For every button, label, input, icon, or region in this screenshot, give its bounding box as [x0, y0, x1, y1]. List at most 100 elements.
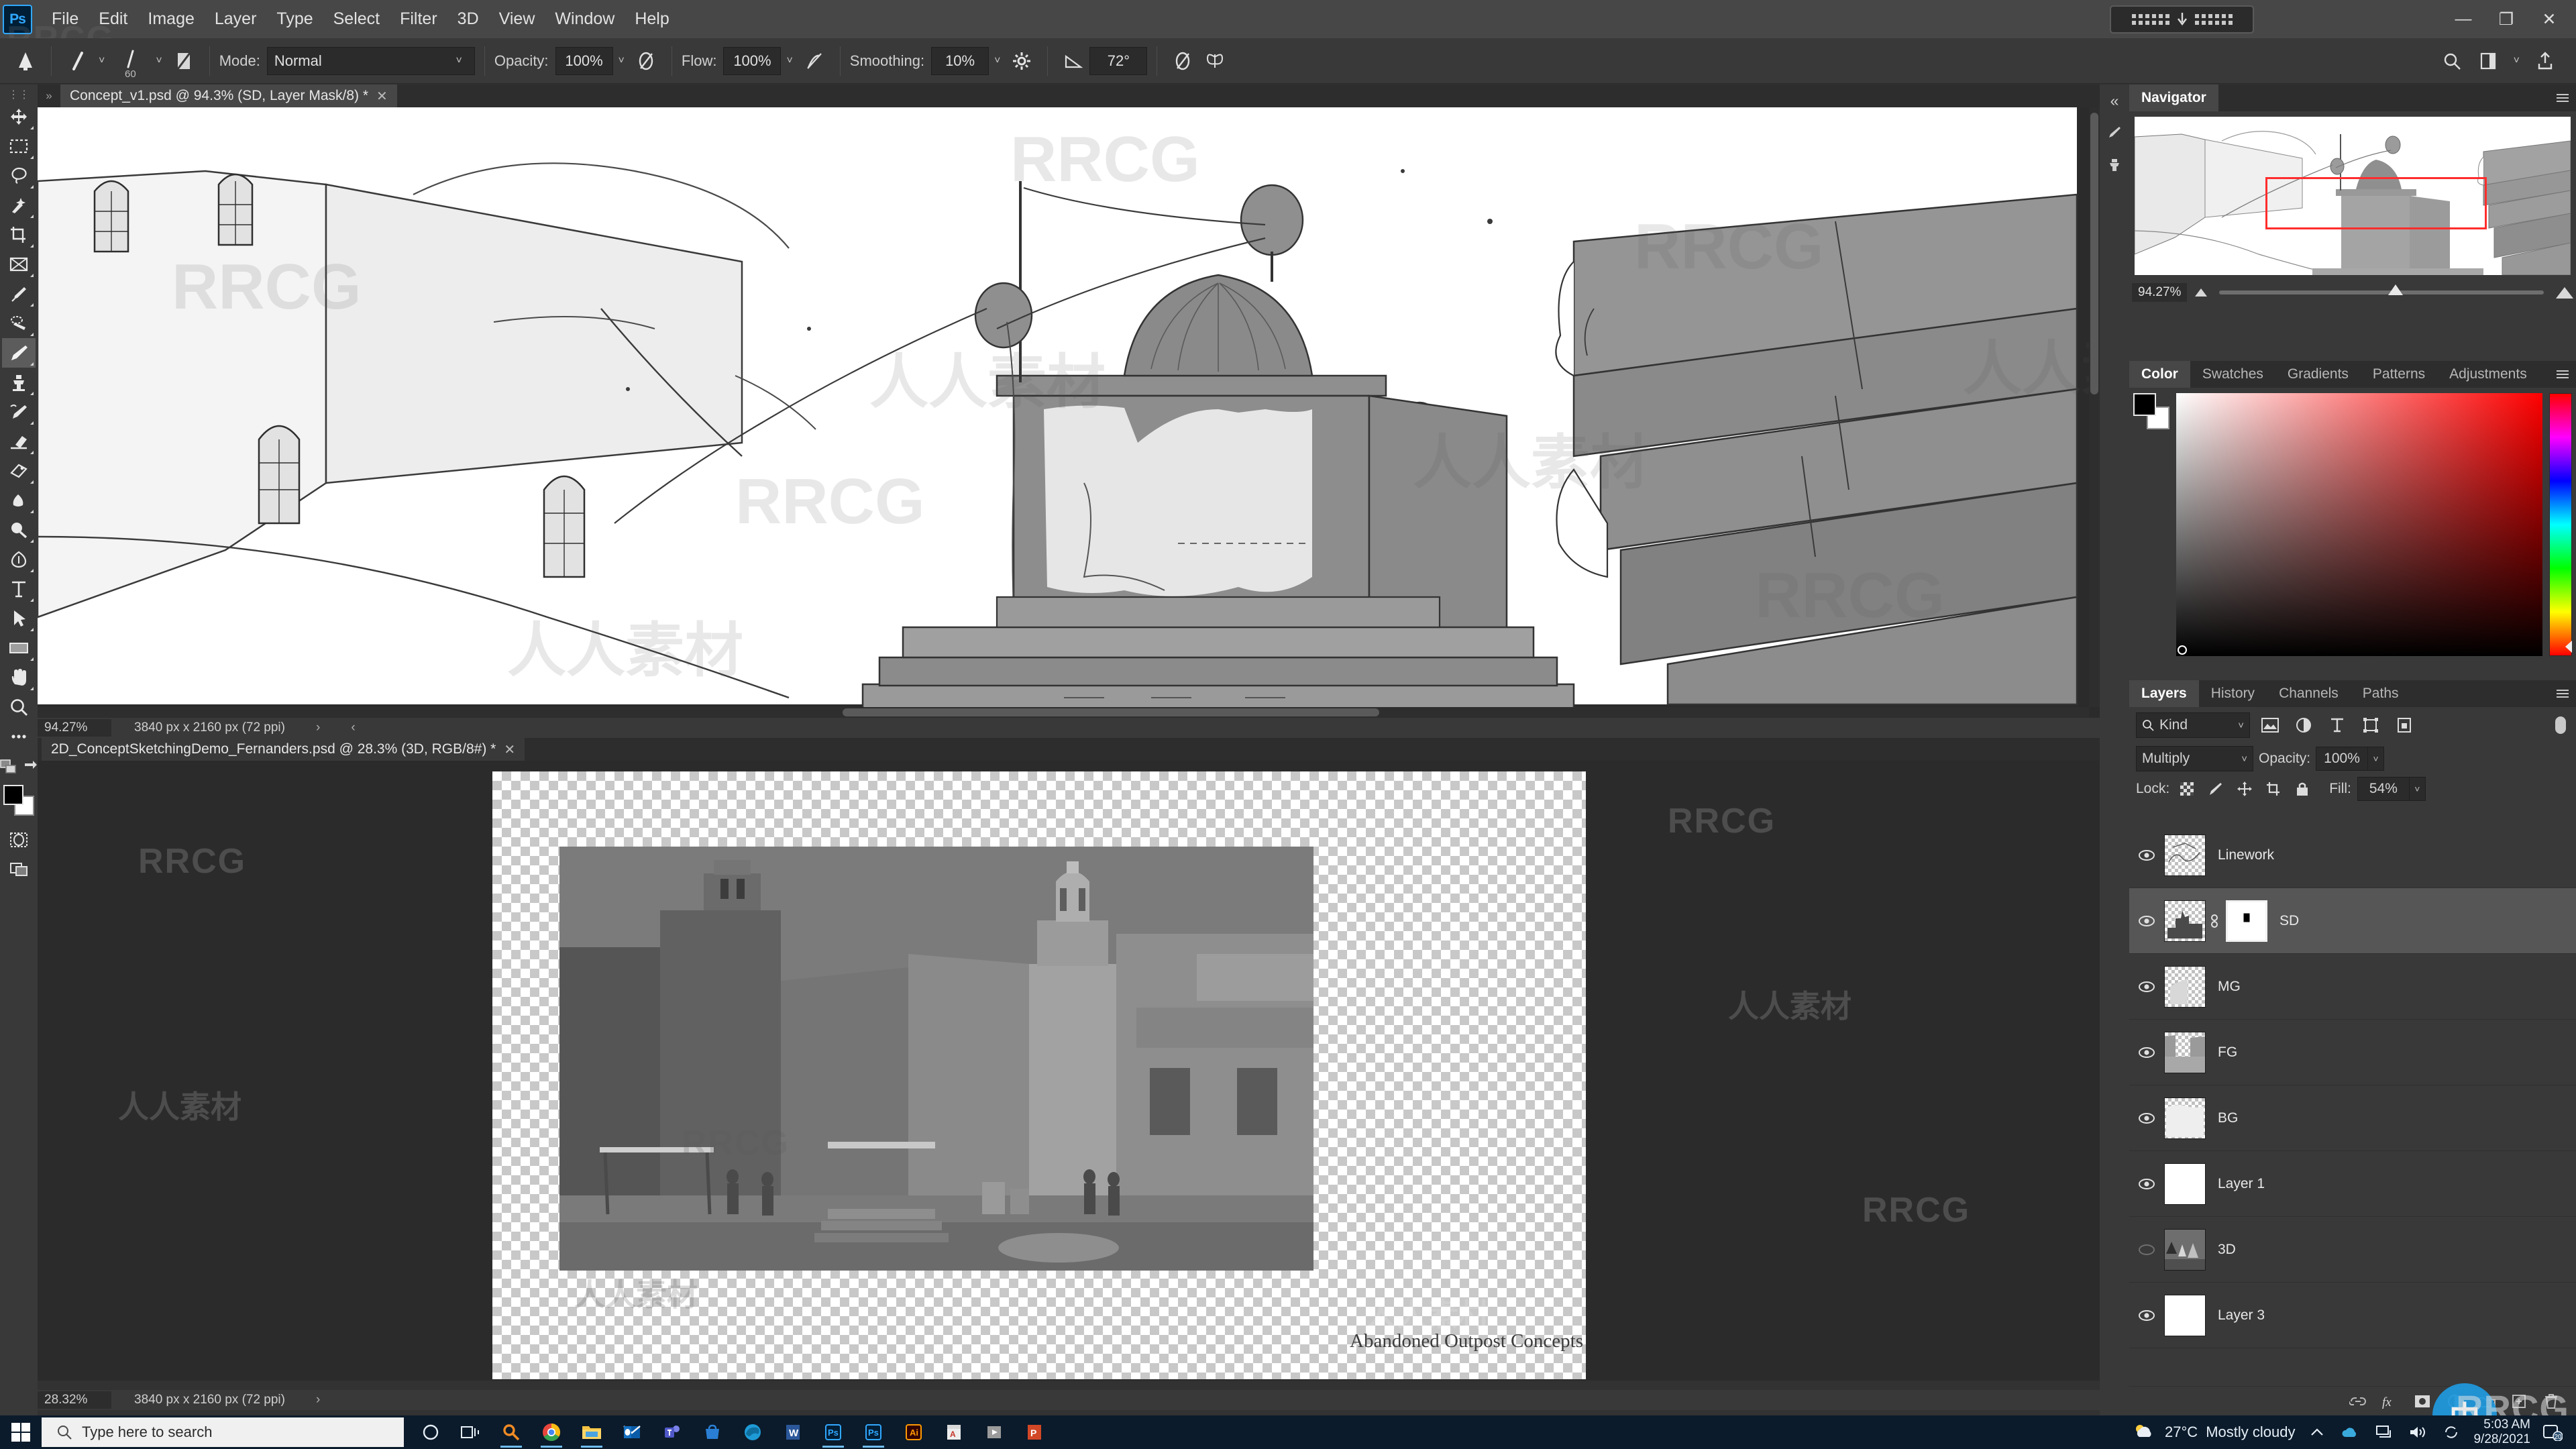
- notification-center-icon[interactable]: 20: [2541, 1421, 2564, 1444]
- layer-thumbnail-layer3[interactable]: [2164, 1295, 2206, 1336]
- layer-thumbnail-mg[interactable]: [2164, 966, 2206, 1008]
- symmetry-butterfly-icon[interactable]: [1199, 45, 1231, 77]
- layer-row-layer1[interactable]: Layer 1: [2129, 1151, 2576, 1217]
- search-highlight-icon[interactable]: [491, 1415, 531, 1449]
- brush-preset-chevron-icon[interactable]: ˅: [93, 55, 110, 67]
- path-select-tool[interactable]: [2, 604, 36, 633]
- layer-row-fg[interactable]: FG: [2129, 1020, 2576, 1085]
- layer-visibility-toggle-bg[interactable]: [2129, 1110, 2164, 1127]
- layer-filter-kind-select[interactable]: Kind ˅: [2136, 712, 2250, 738]
- tab-swatches[interactable]: Swatches: [2190, 361, 2275, 388]
- layer-thumbnail-bg[interactable]: [2164, 1097, 2206, 1139]
- move-tool[interactable]: [2, 102, 36, 131]
- menu-edit[interactable]: Edit: [89, 7, 138, 32]
- more-tools-button[interactable]: [2, 722, 36, 751]
- layer-row-linework[interactable]: Linework: [2129, 822, 2576, 888]
- navigator-zoom-value[interactable]: 94.27%: [2132, 283, 2187, 302]
- brush-stroke-icon[interactable]: [61, 45, 93, 77]
- color-panel-swatches[interactable]: [2133, 393, 2169, 429]
- tab-navigator[interactable]: Navigator: [2129, 85, 2218, 111]
- canvas-vscrollbar-top[interactable]: [2089, 107, 2100, 707]
- hue-slider[interactable]: [2549, 393, 2572, 656]
- tab-layers[interactable]: Layers: [2129, 680, 2199, 707]
- tab-patterns[interactable]: Patterns: [2361, 361, 2437, 388]
- blur-tool[interactable]: [2, 486, 36, 515]
- rectangular-select-tool[interactable]: [2, 131, 36, 161]
- menu-type[interactable]: Type: [266, 7, 323, 32]
- brush-angle-input[interactable]: 72°: [1089, 47, 1147, 75]
- layer-visibility-toggle-linework[interactable]: [2129, 847, 2164, 864]
- close-icon[interactable]: ✕: [376, 88, 388, 105]
- layer-filter-toggle[interactable]: [2552, 712, 2569, 738]
- brush-settings-rail-icon[interactable]: [2100, 117, 2129, 149]
- chevron-up-icon[interactable]: [2306, 1421, 2328, 1444]
- type-tool[interactable]: [2, 574, 36, 604]
- screen-mode-toggle[interactable]: [2, 855, 36, 884]
- menu-file[interactable]: File: [42, 7, 89, 32]
- layer-row-sd[interactable]: SD: [2129, 888, 2576, 954]
- default-colors-icon[interactable]: [0, 759, 17, 778]
- lock-artboard-icon[interactable]: [2262, 777, 2285, 800]
- menu-help[interactable]: Help: [625, 7, 679, 32]
- menu-image[interactable]: Image: [138, 7, 204, 32]
- layer-thumbnail-sd[interactable]: [2164, 900, 2206, 942]
- brush-tool[interactable]: [2, 338, 36, 368]
- menu-filter[interactable]: Filter: [390, 7, 447, 32]
- brush-size-chevron-icon[interactable]: ˅: [150, 55, 167, 67]
- layer-mask-thumbnail-sd[interactable]: [2226, 900, 2267, 942]
- lock-transparency-icon[interactable]: [2176, 777, 2198, 800]
- taskbar-weather[interactable]: 27°C Mostly cloudy: [2133, 1422, 2295, 1442]
- clone-stamp-tool[interactable]: [2, 368, 36, 397]
- pixel-filter-icon[interactable]: [2257, 712, 2284, 738]
- layer-row-3d[interactable]: 3D: [2129, 1217, 2576, 1283]
- photoshop-2-icon[interactable]: Ps: [853, 1415, 894, 1449]
- layer-opacity-stepper[interactable]: ˅: [2368, 747, 2384, 771]
- toolbar-drag-handle[interactable]: ⋮⋮: [0, 87, 38, 102]
- shape-filter-icon[interactable]: [2357, 712, 2384, 738]
- tab-bar-grip[interactable]: »: [38, 85, 60, 107]
- layer-style-fx-icon[interactable]: fx: [2376, 1388, 2404, 1415]
- eraser-tool[interactable]: [2, 427, 36, 456]
- tab-paths[interactable]: Paths: [2351, 680, 2411, 707]
- navigator-zoom-slider[interactable]: [2219, 290, 2544, 294]
- color-panel-menu-icon[interactable]: [2549, 361, 2576, 388]
- flow-input[interactable]: 100%: [723, 47, 781, 75]
- history-brush-tool[interactable]: [2, 397, 36, 427]
- brush-angle-icon[interactable]: [1057, 45, 1089, 77]
- layer-name-linework[interactable]: Linework: [2218, 847, 2274, 863]
- lock-position-icon[interactable]: [2233, 777, 2256, 800]
- layer-visibility-toggle-layer3[interactable]: [2129, 1307, 2164, 1324]
- lasso-tool[interactable]: [2, 161, 36, 191]
- color-swatches[interactable]: [3, 785, 34, 816]
- chevron-down-icon[interactable]: ˅: [2508, 55, 2525, 67]
- onedrive-icon[interactable]: [2339, 1421, 2362, 1444]
- color-panel-foreground-swatch[interactable]: [2133, 393, 2156, 416]
- layer-blend-mode-select[interactable]: Multiply ˅: [2136, 746, 2253, 771]
- powerpoint-icon[interactable]: P: [1014, 1415, 1055, 1449]
- pressure-opacity-toggle-icon[interactable]: [630, 45, 662, 77]
- brush-tool-indicator-icon[interactable]: [9, 45, 42, 77]
- expand-panels-icon[interactable]: «: [2100, 85, 2129, 117]
- chrome-icon[interactable]: [531, 1415, 572, 1449]
- tab-color[interactable]: Color: [2129, 361, 2190, 388]
- menu-3d[interactable]: 3D: [447, 7, 489, 32]
- layer-fill-stepper[interactable]: ˅: [2410, 777, 2426, 801]
- touch-bar-dock[interactable]: [2110, 5, 2254, 34]
- dodge-tool[interactable]: [2, 515, 36, 545]
- rectangle-tool[interactable]: [2, 633, 36, 663]
- link-layers-icon[interactable]: [2344, 1388, 2372, 1415]
- navigator-view-box[interactable]: [2265, 177, 2487, 229]
- cortana-icon[interactable]: [411, 1415, 451, 1449]
- layer-name-layer3[interactable]: Layer 3: [2218, 1307, 2265, 1324]
- smoothing-chevron-icon[interactable]: ˅: [989, 55, 1006, 67]
- layer-name-bg[interactable]: BG: [2218, 1110, 2238, 1126]
- layer-thumbnail-layer1[interactable]: [2164, 1163, 2206, 1205]
- volume-icon[interactable]: [2406, 1421, 2429, 1444]
- smart-object-filter-icon[interactable]: [2391, 712, 2418, 738]
- layer-thumbnail-fg[interactable]: [2164, 1032, 2206, 1073]
- menu-view[interactable]: View: [489, 7, 545, 32]
- panel-menu-icon[interactable]: [2549, 85, 2576, 111]
- document-tab-concept-v1[interactable]: Concept_v1.psd @ 94.3% (SD, Layer Mask/8…: [60, 85, 398, 107]
- color-saturation-field[interactable]: [2176, 393, 2542, 656]
- status-zoom-value[interactable]: 94.27%: [38, 719, 111, 737]
